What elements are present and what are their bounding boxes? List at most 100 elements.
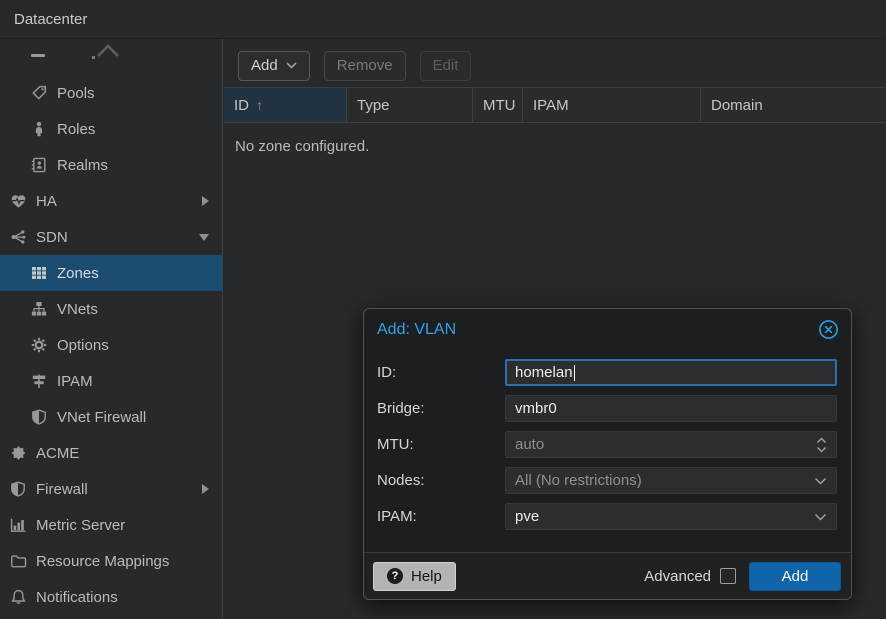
sidebar-item-roles[interactable]: Roles	[0, 111, 222, 147]
form-row-ipam: IPAM: pve	[377, 503, 837, 530]
sidebar-item-options[interactable]: Options	[0, 327, 222, 363]
sidebar-item-label: Firewall	[36, 481, 88, 498]
sitemap-icon	[30, 301, 48, 317]
remove-button[interactable]: Remove	[324, 51, 406, 81]
column-header-ipam[interactable]: IPAM	[523, 88, 701, 122]
sidebar-item-ha[interactable]: HA	[0, 183, 222, 219]
form-row-id: ID: homelan	[377, 359, 837, 386]
expand-arrow-icon[interactable]	[202, 196, 209, 206]
form-row-nodes: Nodes: All (No restrictions)	[377, 467, 837, 494]
form-row-bridge: Bridge: vmbr0	[377, 395, 837, 422]
sidebar-item-label: VNets	[57, 301, 98, 318]
sidebar-item-metric-server[interactable]: Metric Server	[0, 507, 222, 543]
add-vlan-dialog: Add: VLAN ID: homelan Bridge: vmbr0 MT	[363, 308, 852, 600]
sidebar: Pools Roles Realms HA SDN	[0, 39, 223, 619]
page-title: Datacenter	[14, 11, 87, 28]
sidebar-item-zones[interactable]: Zones	[0, 255, 222, 291]
close-button[interactable]	[818, 319, 839, 340]
shield-icon	[30, 409, 48, 425]
nodes-field-label: Nodes:	[377, 472, 505, 489]
collapse-arrow-icon[interactable]	[199, 234, 209, 241]
help-button[interactable]: ? Help	[373, 562, 456, 591]
proxmox-window: Datacenter Pools Roles Real	[0, 0, 886, 619]
dialog-footer: ? Help Advanced Add	[364, 552, 851, 599]
expand-arrow-icon[interactable]	[202, 484, 209, 494]
sidebar-item-vnet-firewall[interactable]: VNet Firewall	[0, 399, 222, 435]
advanced-checkbox-label: Advanced	[644, 568, 711, 585]
sidebar-item-label: VNet Firewall	[57, 409, 146, 426]
ipam-select[interactable]: pve	[505, 503, 837, 530]
sidebar-item-label: IPAM	[57, 373, 93, 390]
bridge-field-label: Bridge:	[377, 400, 505, 417]
heartbeat-icon	[9, 193, 27, 209]
network-icon	[9, 229, 27, 245]
ipam-field-label: IPAM:	[377, 508, 505, 525]
spinner-up-down-icon[interactable]	[816, 437, 827, 453]
sidebar-item-firewall[interactable]: Firewall	[0, 471, 222, 507]
edit-button[interactable]: Edit	[420, 51, 472, 81]
zones-toolbar: Add Remove Edit	[224, 39, 886, 85]
column-header-id[interactable]: ID ↑	[224, 88, 347, 122]
sidebar-item-sdn[interactable]: SDN	[0, 219, 222, 255]
sidebar-item-label: ACME	[36, 445, 79, 462]
chevron-up-icon	[96, 44, 120, 58]
shield-icon	[9, 481, 27, 497]
partial-text-fragment	[92, 56, 95, 59]
chevron-down-icon	[286, 62, 297, 69]
form-row-mtu: MTU: auto	[377, 431, 837, 458]
folder-icon	[9, 553, 27, 569]
grid-icon	[30, 265, 48, 281]
sidebar-item-ipam[interactable]: IPAM	[0, 363, 222, 399]
column-header-domain[interactable]: Domain	[701, 88, 886, 122]
id-input[interactable]: homelan	[505, 359, 837, 386]
dialog-body: ID: homelan Bridge: vmbr0 MTU: auto	[364, 350, 851, 530]
sidebar-item-label: HA	[36, 193, 57, 210]
sidebar-item-acme[interactable]: ACME	[0, 435, 222, 471]
sidebar-item-label: Realms	[57, 157, 108, 174]
dialog-title: Add: VLAN	[377, 321, 456, 339]
map-signs-icon	[30, 373, 48, 389]
text-cursor	[574, 365, 576, 381]
sidebar-item-label: Options	[57, 337, 109, 354]
bell-icon	[9, 589, 27, 605]
sidebar-item-label: Pools	[57, 85, 95, 102]
partial-icon	[31, 54, 45, 57]
person-icon	[30, 121, 48, 137]
sidebar-item-label: Metric Server	[36, 517, 125, 534]
column-header-type[interactable]: Type	[347, 88, 473, 122]
topbar: Datacenter	[0, 0, 886, 39]
bridge-input[interactable]: vmbr0	[505, 395, 837, 422]
question-icon: ?	[387, 568, 403, 584]
sidebar-item-realms[interactable]: Realms	[0, 147, 222, 183]
empty-table-message: No zone configured.	[235, 138, 886, 155]
id-field-label: ID:	[377, 364, 505, 381]
address-book-icon	[30, 157, 48, 173]
sidebar-item-label: Notifications	[36, 589, 118, 606]
sidebar-item-notifications[interactable]: Notifications	[0, 579, 222, 615]
sidebar-item-label: SDN	[36, 229, 68, 246]
mtu-field-label: MTU:	[377, 436, 505, 453]
add-button[interactable]: Add	[238, 51, 310, 81]
nodes-select[interactable]: All (No restrictions)	[505, 467, 837, 494]
gear-icon	[30, 337, 48, 353]
add-submit-button[interactable]: Add	[749, 562, 841, 591]
sidebar-item-label: Zones	[57, 265, 99, 282]
sidebar-item-partial[interactable]	[0, 39, 222, 75]
tag-icon	[30, 85, 48, 101]
sidebar-item-vnets[interactable]: VNets	[0, 291, 222, 327]
chevron-down-icon[interactable]	[814, 477, 827, 485]
certificate-icon	[9, 445, 27, 461]
mtu-spinner[interactable]: auto	[505, 431, 837, 458]
sidebar-item-label: Resource Mappings	[36, 553, 169, 570]
sidebar-item-pools[interactable]: Pools	[0, 75, 222, 111]
sidebar-item-label: Roles	[57, 121, 95, 138]
close-icon	[818, 319, 839, 340]
zones-table-header: ID ↑ Type MTU IPAM Domain	[224, 87, 886, 123]
sort-ascending-icon: ↑	[256, 97, 263, 113]
dialog-header[interactable]: Add: VLAN	[364, 309, 851, 350]
chevron-down-icon[interactable]	[814, 513, 827, 521]
column-header-mtu[interactable]: MTU	[473, 88, 523, 122]
advanced-checkbox[interactable]	[720, 568, 736, 584]
sidebar-item-resource-mappings[interactable]: Resource Mappings	[0, 543, 222, 579]
bar-chart-icon	[9, 517, 27, 533]
